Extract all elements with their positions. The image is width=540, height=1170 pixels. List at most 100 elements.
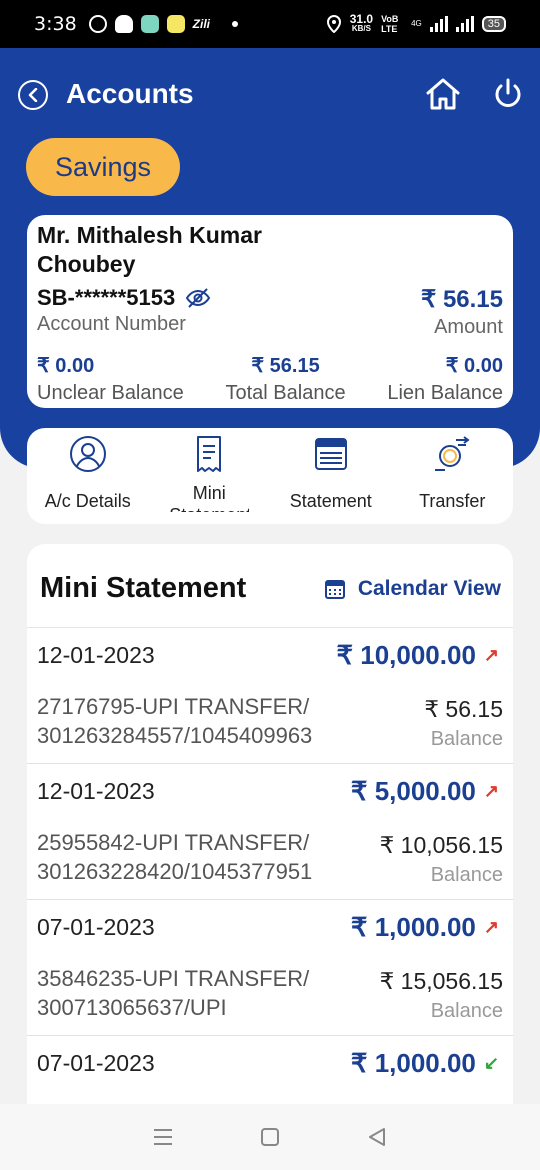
transaction-date: 12-01-2023 — [37, 642, 155, 668]
speed-value: 31.0 — [349, 12, 374, 26]
transaction-list: 12-01-2023 ₹ 10,000.00 ↗ 27176795-UPI TRA… — [27, 627, 513, 1104]
status-right: 31.0 KB/S VoB LTE 4G 35 — [326, 12, 506, 34]
signal-2-icon — [455, 16, 474, 32]
total-balance-label: Total Balance — [225, 382, 346, 404]
balance-row: ₹ 0.00 Unclear Balance ₹ 56.15 Total Bal… — [37, 353, 503, 405]
total-balance-value: ₹ 56.15 — [251, 355, 320, 377]
action-mini-statement[interactable]: Mini Statement — [149, 428, 271, 524]
home-nav-button[interactable] — [257, 1124, 283, 1150]
transaction-amount: ₹ 10,000.00 ↗ — [336, 640, 499, 671]
signal-icon — [429, 16, 448, 32]
action-statement[interactable]: Statement — [270, 428, 392, 524]
transaction-balance-label: Balance — [430, 728, 503, 750]
action-label: Mini Statement — [169, 483, 249, 512]
account-row: SB-******5153 Account Number ₹ 56.15 Amo… — [37, 285, 503, 339]
menu-lines-icon — [154, 1129, 173, 1145]
page-title: Accounts — [66, 78, 194, 109]
lien-balance-value: ₹ 0.00 — [445, 355, 503, 377]
calendar-icon — [324, 579, 345, 599]
action-label: A/c Details — [44, 491, 131, 511]
transaction-row[interactable]: 07-01-2023 ₹ 1,000.00 ↗ 35846235-UPI TRAN… — [27, 900, 513, 1036]
account-holder-name: Mr. Mithalesh Kumar Choubey — [37, 222, 262, 277]
back-nav-button[interactable] — [364, 1124, 390, 1150]
square-icon — [260, 1128, 279, 1146]
transaction-balance: ₹ 56.15 — [424, 696, 503, 722]
transaction-amount: ₹ 5,000.00 ↗ — [351, 776, 499, 807]
action-ac-details[interactable]: A/c Details — [27, 428, 149, 524]
calendar-view-label: Calendar View — [357, 576, 501, 600]
account-number-row: SB-******5153 — [37, 285, 211, 311]
transaction-balance: ₹ 15,056.15 — [379, 968, 503, 994]
back-button[interactable] — [18, 80, 48, 110]
whatsapp-icon — [88, 15, 107, 33]
transaction-date: 07-01-2023 — [37, 914, 155, 940]
app-icon — [140, 15, 159, 33]
home-button[interactable] — [424, 76, 462, 112]
lien-balance: ₹ 0.00 Lien Balance — [387, 353, 503, 405]
transaction-desc-line1: 35846235-UPI TRANSFER/ — [37, 966, 310, 991]
location-icon — [326, 15, 341, 33]
action-label: Transfer — [419, 491, 486, 511]
transaction-balance: ₹ 10,056.15 — [379, 832, 503, 858]
chevron-left-icon — [28, 88, 38, 102]
transaction-amount-value: ₹ 1,000.00 — [350, 912, 476, 942]
status-time: 3:38 — [34, 13, 77, 35]
transaction-description: 25955842-UPI TRANSFER/ 301263228420/1045… — [37, 828, 357, 886]
calendar-grid-icon — [314, 438, 347, 470]
transaction-desc-line1: 27176795-UPI TRANSFER/ — [37, 694, 310, 719]
network-speed: 31.0 KB/S — [349, 12, 374, 34]
transaction-description: 35846235-UPI TRANSFER/ 300713065637/UPI — [37, 964, 357, 1022]
status-bar: 3:38 Zili 31.0 KB/S VoB LTE 4G 35 — [0, 0, 540, 48]
transaction-date: 07-01-2023 — [37, 1050, 155, 1076]
volte-label: VoB LTE — [381, 14, 399, 34]
total-balance: ₹ 56.15 Total Balance — [226, 353, 346, 405]
triangle-back-icon — [368, 1128, 385, 1146]
account-number: SB-******5153 — [37, 285, 176, 310]
news-icon — [166, 15, 185, 33]
transaction-amount: ₹ 1,000.00 ↙ — [351, 1048, 499, 1079]
speed-unit: KB/S — [351, 24, 371, 33]
action-transfer[interactable]: Transfer — [392, 428, 514, 524]
transaction-description: 27176795-UPI TRANSFER/ 301263284557/1045… — [37, 692, 357, 750]
network-type: 4G — [411, 19, 422, 28]
rupee-exchange-icon — [435, 436, 470, 471]
transaction-amount: ₹ 1,000.00 ↗ — [351, 912, 499, 943]
transaction-balance-label: Balance — [430, 1000, 503, 1022]
notification-icons: Zili — [88, 15, 239, 33]
debit-arrow-icon: ↗ — [483, 781, 499, 801]
transaction-row[interactable]: 12-01-2023 ₹ 10,000.00 ↗ 27176795-UPI TRA… — [27, 628, 513, 764]
home-icon — [426, 78, 460, 110]
power-icon — [495, 78, 521, 107]
transaction-amount-value: ₹ 1,000.00 — [350, 1048, 476, 1078]
transaction-row[interactable]: 07-01-2023 ₹ 1,000.00 ↙ — [27, 1036, 513, 1104]
receipt-icon — [197, 436, 222, 472]
unclear-balance: ₹ 0.00 Unclear Balance — [37, 353, 184, 405]
battery-icon: 35 — [481, 16, 506, 32]
mini-statement-title: Mini Statement — [40, 572, 247, 604]
transaction-desc-line2: 300713065637/UPI — [37, 995, 227, 1020]
calendar-view-button[interactable]: Calendar View — [324, 577, 501, 601]
logout-button[interactable] — [490, 76, 526, 112]
transaction-row[interactable]: 12-01-2023 ₹ 5,000.00 ↗ 25955842-UPI TRAN… — [27, 764, 513, 900]
transaction-desc-line2: 301263284557/1045409963 — [37, 723, 313, 748]
transaction-amount-value: ₹ 10,000.00 — [336, 640, 476, 670]
debit-arrow-icon: ↗ — [483, 917, 499, 937]
recent-apps-button[interactable] — [150, 1124, 176, 1150]
unclear-balance-label: Unclear Balance — [37, 382, 184, 404]
tab-savings[interactable]: Savings — [26, 138, 180, 196]
zili-icon: Zili — [192, 17, 211, 31]
quick-actions: A/c Details Mini Statement Statement Tra… — [27, 428, 513, 524]
lien-balance-label: Lien Balance — [387, 382, 503, 404]
account-number-label: Account Number — [37, 313, 186, 335]
system-nav-bar — [0, 1104, 540, 1170]
transaction-date: 12-01-2023 — [37, 778, 155, 804]
user-circle-icon — [69, 436, 106, 472]
more-notifications-dot — [232, 21, 239, 27]
transaction-desc-line2: 301263228420/1045377951 — [37, 859, 313, 884]
debit-arrow-icon: ↗ — [483, 645, 499, 665]
transaction-balance-label: Balance — [430, 864, 503, 886]
mini-statement-card: Mini Statement Calendar View 12-01-2023 … — [27, 544, 513, 1104]
unclear-balance-value: ₹ 0.00 — [37, 355, 95, 377]
eye-off-icon[interactable] — [185, 287, 211, 309]
amount-label: Amount — [434, 316, 503, 338]
